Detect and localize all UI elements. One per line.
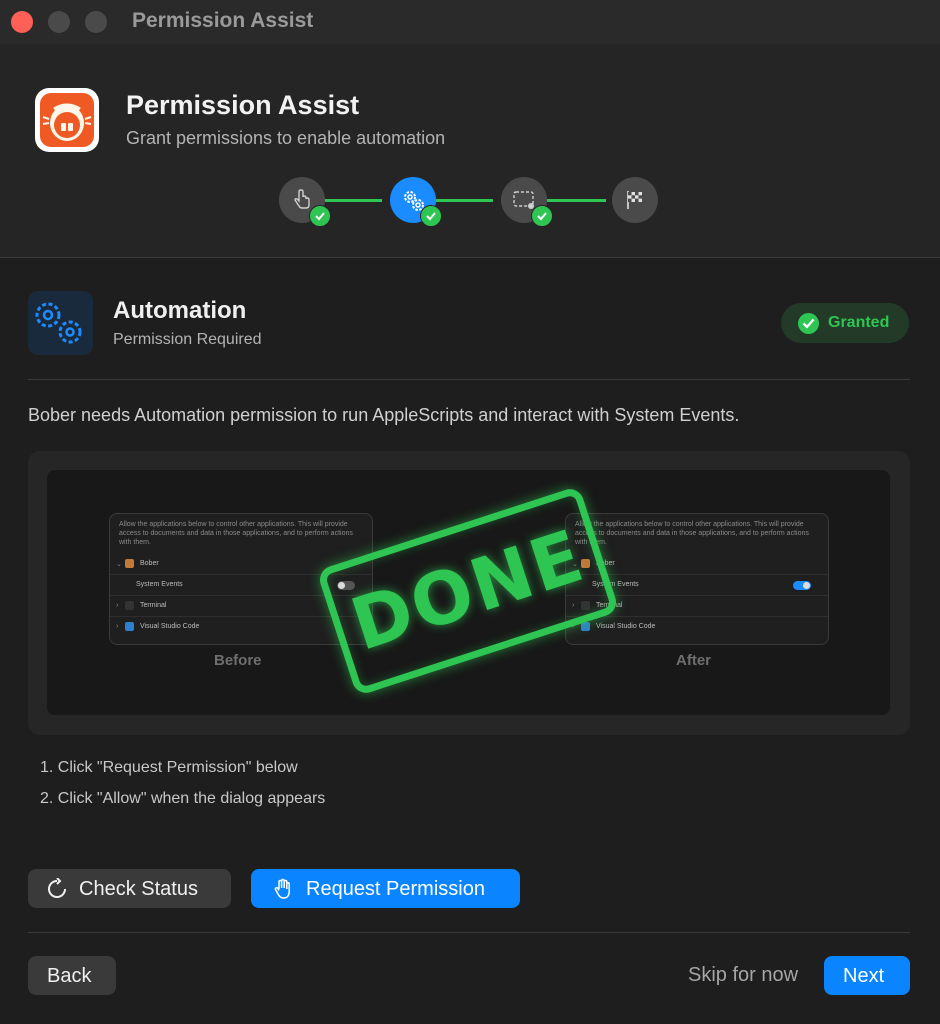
check-status-button[interactable]: Check Status xyxy=(28,869,231,908)
next-button[interactable]: Next xyxy=(824,956,910,995)
app-logo-icon xyxy=(35,88,99,152)
permission-title: Automation xyxy=(113,297,247,324)
preview-row-vscode: › Visual Studio Code xyxy=(566,616,828,637)
app-title: Permission Assist xyxy=(126,90,360,120)
preview-intro-text: Allow the applications below to control … xyxy=(119,521,353,546)
step-finish[interactable] xyxy=(612,177,658,223)
step-complete-check-icon xyxy=(531,205,553,227)
app-subtitle: Grant permissions to enable automation xyxy=(126,128,446,148)
automation-permission-icon xyxy=(28,291,93,355)
status-label: Granted xyxy=(828,314,890,331)
preview-intro-text: Allow the applications below to control … xyxy=(575,521,809,546)
preview-panel: Allow the applications below to control … xyxy=(28,451,910,735)
step-complete-check-icon xyxy=(309,205,331,227)
step-connector xyxy=(436,199,493,202)
instruction-step-1: 1. Click "Request Permission" below xyxy=(40,759,298,776)
permission-description: Bober needs Automation permission to run… xyxy=(28,405,740,425)
status-badge: Granted xyxy=(781,303,909,343)
back-button[interactable]: Back xyxy=(28,956,116,995)
close-window-button[interactable] xyxy=(11,11,33,33)
hand-icon xyxy=(274,878,290,899)
after-caption: After xyxy=(676,652,712,669)
step-connector xyxy=(547,199,606,202)
divider xyxy=(28,379,910,380)
minimize-window-button[interactable] xyxy=(48,11,70,33)
request-permission-button[interactable]: Request Permission xyxy=(251,869,520,908)
gears-icon xyxy=(35,302,82,344)
permission-subtitle: Permission Required xyxy=(113,331,262,348)
step-connector xyxy=(325,199,382,202)
refresh-icon xyxy=(48,878,66,898)
step-automation[interactable] xyxy=(390,177,442,227)
header: Permission Assist Grant permissions to e… xyxy=(0,44,940,258)
title-bar: Permission Assist xyxy=(0,0,940,44)
divider xyxy=(28,932,910,933)
zoom-window-button[interactable] xyxy=(85,11,107,33)
before-caption: Before xyxy=(214,652,262,669)
window-title: Permission Assist xyxy=(132,9,314,32)
step-complete-check-icon xyxy=(420,205,442,227)
toggle-on xyxy=(793,581,811,590)
checkmark-icon xyxy=(798,313,819,334)
checkered-flag-icon xyxy=(627,191,642,209)
step-screen-recording[interactable] xyxy=(501,177,553,227)
step-accessibility[interactable] xyxy=(279,177,331,227)
preview-image: Allow the applications below to control … xyxy=(47,470,890,715)
skip-for-now-button[interactable]: Skip for now xyxy=(688,964,798,987)
instruction-step-2: 2. Click "Allow" when the dialog appears xyxy=(40,790,326,807)
